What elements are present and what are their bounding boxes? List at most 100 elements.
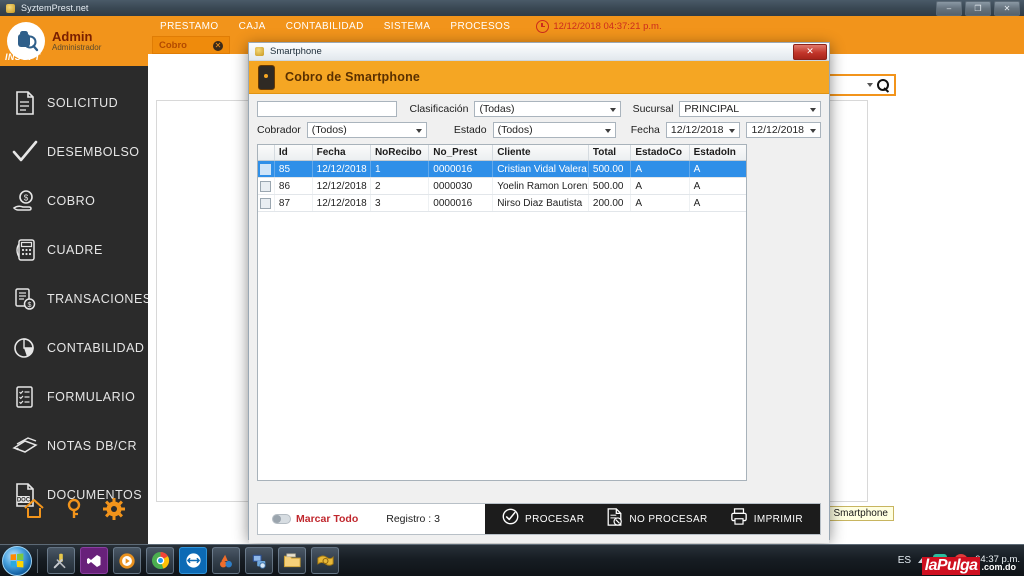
sidebar-item-label: TRANSACIONES <box>47 292 152 306</box>
grid-header-id[interactable]: Id <box>275 145 313 160</box>
checkbox-icon[interactable] <box>260 198 271 209</box>
checkbox-icon[interactable] <box>260 164 271 175</box>
datetime-text: 12/12/2018 04:37:21 p.m. <box>553 21 661 32</box>
sucursal-value: PRINCIPAL <box>684 103 739 115</box>
sucursal-select[interactable]: PRINCIPAL <box>679 101 821 117</box>
teamviewer-icon[interactable] <box>179 547 207 574</box>
media-player-icon[interactable] <box>113 547 141 574</box>
app-icon[interactable] <box>212 547 240 574</box>
sidebar-item-solicitud[interactable]: SOLICITUD <box>0 78 148 127</box>
cell-noprest: 0000016 <box>429 195 493 211</box>
explorer-icon[interactable] <box>278 547 306 574</box>
cell-estadoin: A <box>690 195 746 211</box>
chevron-down-icon <box>605 129 611 133</box>
chrome-icon[interactable] <box>146 547 174 574</box>
sidebar-item-desembolso[interactable]: DESEMBOLSO <box>0 127 148 176</box>
chevron-down-icon[interactable] <box>867 83 873 87</box>
procesar-label: PROCESAR <box>525 514 584 525</box>
smartphone-icon <box>258 65 275 90</box>
grid-header-fecha[interactable]: Fecha <box>313 145 371 160</box>
row-checkbox[interactable] <box>258 161 275 177</box>
menu-item-sistema[interactable]: SISTEMA <box>384 21 431 32</box>
key-icon[interactable] <box>62 497 86 521</box>
form-icon <box>12 384 38 410</box>
sidebar-item-notas-db-cr[interactable]: NOTAS DB/CR <box>0 421 148 470</box>
notes-icon <box>12 433 38 459</box>
row-checkbox[interactable] <box>258 195 275 211</box>
row-checkbox[interactable] <box>258 178 275 194</box>
sidebar-item-cobro[interactable]: $ COBRO <box>0 176 148 225</box>
dialog-banner: Cobro de Smartphone <box>249 61 829 94</box>
printer-icon <box>730 508 748 530</box>
cobrador-select[interactable]: (Todos) <box>307 122 428 138</box>
check-icon <box>12 139 38 165</box>
cell-cliente: Cristian Vidal Valera <box>493 161 589 177</box>
clasificacion-label: Clasificación <box>403 103 468 115</box>
grid-header-estadoco[interactable]: EstadoCo <box>631 145 689 160</box>
money-icon[interactable] <box>311 547 339 574</box>
menu-item-contabilidad[interactable]: CONTABILIDAD <box>286 21 364 32</box>
cell-norecibo: 1 <box>371 161 429 177</box>
sidebar-item-cuadre[interactable]: CUADRE <box>0 225 148 274</box>
hand-money-icon: $ <box>12 188 38 214</box>
cell-cliente: Nirso Diaz Bautista <box>493 195 589 211</box>
close-button[interactable]: ✕ <box>994 1 1020 16</box>
top-menu-bar: PRESTAMO CAJA CONTABILIDAD SISTEMA PROCE… <box>148 16 1024 36</box>
sidebar-item-contabilidad[interactable]: CONTABILIDAD <box>0 323 148 372</box>
dialog-body: Clasificación (Todas) Sucursal PRINCIPAL… <box>249 94 829 543</box>
dialog-app-icon <box>254 46 265 57</box>
fecha-label: Fecha <box>622 124 659 136</box>
toggle-icon[interactable] <box>272 514 291 524</box>
tools-icon[interactable] <box>47 547 75 574</box>
gear-icon[interactable] <box>102 497 126 521</box>
os-title-text: SyztemPrest.net <box>21 3 89 13</box>
table-row[interactable]: 87 12/12/2018 3 0000016 Nirso Diaz Bauti… <box>258 195 746 212</box>
taskbar-app-icons <box>47 547 339 574</box>
menu-item-caja[interactable]: CAJA <box>239 21 266 32</box>
grid-header-noprest[interactable]: No_Prest <box>429 145 493 160</box>
fecha-desde-input[interactable]: 12/12/2018 <box>666 122 741 138</box>
grid-header-row: Id Fecha NoRecibo No_Prest Cliente Total… <box>258 145 746 161</box>
no-procesar-label: NO PROCESAR <box>629 514 707 525</box>
sidebar-item-formulario[interactable]: FORMULARIO <box>0 372 148 421</box>
network-folder-icon[interactable] <box>245 547 273 574</box>
grid-header-checkbox[interactable] <box>258 145 275 160</box>
menu-item-prestamo[interactable]: PRESTAMO <box>160 21 219 32</box>
tab-close-icon[interactable]: ✕ <box>213 41 223 51</box>
marcar-todo-control[interactable]: Marcar Todo <box>272 513 358 525</box>
maximize-button[interactable]: ❐ <box>965 1 991 16</box>
search-icon[interactable] <box>877 79 890 92</box>
grid-header-total[interactable]: Total <box>589 145 631 160</box>
table-row[interactable]: 86 12/12/2018 2 0000030 Yoelin Ramon Lor… <box>258 178 746 195</box>
imprimir-button[interactable]: IMPRIMIR <box>719 504 814 534</box>
estado-label: Estado <box>433 124 486 136</box>
os-title-bar: SyztemPrest.net – ❐ ✕ <box>0 0 1024 16</box>
table-row[interactable]: 85 12/12/2018 1 0000016 Cristian Vidal V… <box>258 161 746 178</box>
calculator-icon <box>12 237 38 263</box>
sidebar-item-transaciones[interactable]: $ TRANSACIONES <box>0 274 148 323</box>
visual-studio-icon[interactable] <box>80 547 108 574</box>
dialog-close-button[interactable]: ✕ <box>793 44 827 60</box>
tab-cobro[interactable]: Cobro ✕ <box>152 36 230 54</box>
minimize-button[interactable]: – <box>936 1 962 16</box>
tray-language[interactable]: ES <box>898 555 911 566</box>
home-icon[interactable] <box>22 497 46 521</box>
taskbar-divider <box>37 549 38 573</box>
estado-value: (Todos) <box>498 124 533 136</box>
clasificacion-select[interactable]: (Todas) <box>474 101 621 117</box>
sidebar-item-label: CUADRE <box>47 243 103 257</box>
estado-select[interactable]: (Todos) <box>493 122 617 138</box>
brand-label: INSOFT <box>5 52 40 62</box>
checkbox-icon[interactable] <box>260 181 271 192</box>
grid-header-cliente[interactable]: Cliente <box>493 145 589 160</box>
grid-header-norecibo[interactable]: NoRecibo <box>371 145 429 160</box>
start-orb-icon[interactable] <box>2 546 32 576</box>
menu-item-procesos[interactable]: PROCESOS <box>450 21 510 32</box>
fecha-hasta-input[interactable]: 12/12/2018 <box>746 122 821 138</box>
no-procesar-button[interactable]: NO PROCESAR <box>595 504 718 534</box>
grid-header-estadoin[interactable]: EstadoIn <box>690 145 746 160</box>
procesar-button[interactable]: PROCESAR <box>491 504 595 534</box>
search-input[interactable] <box>257 101 397 117</box>
cobros-grid[interactable]: Id Fecha NoRecibo No_Prest Cliente Total… <box>257 144 747 481</box>
clasificacion-value: (Todas) <box>479 103 514 115</box>
